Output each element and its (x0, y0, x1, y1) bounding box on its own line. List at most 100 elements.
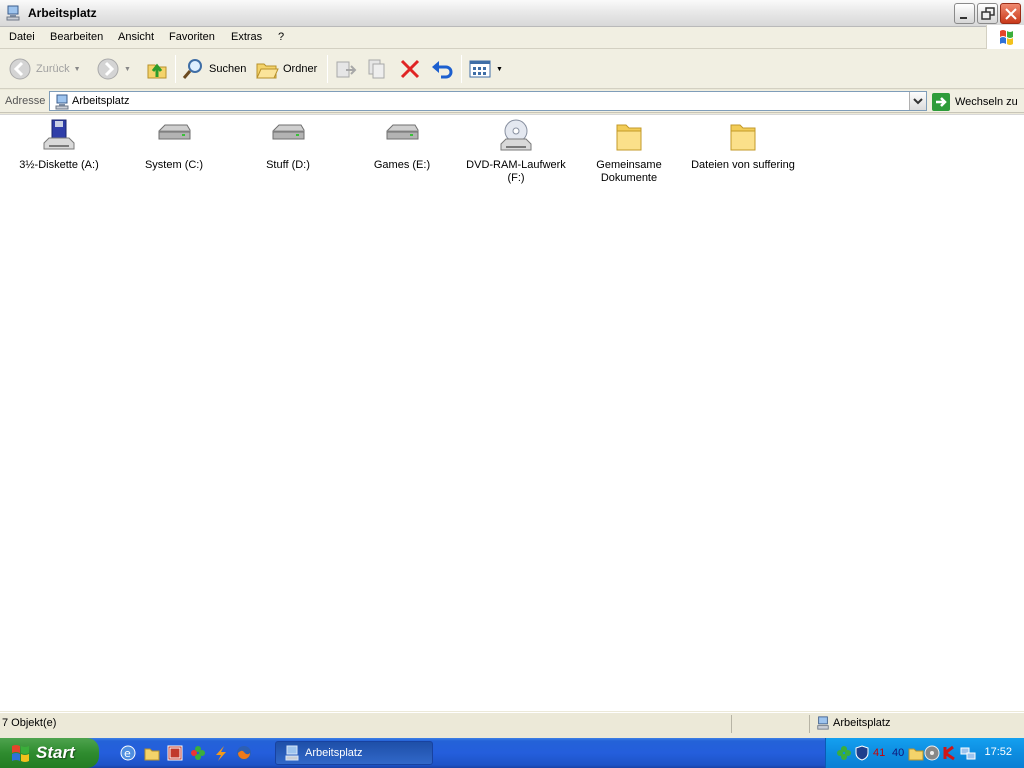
file-view[interactable]: 3½-Diskette (A:) System (C:) Stuff (D:) (0, 114, 1024, 711)
copy-to-icon (368, 59, 385, 79)
shield-icon[interactable] (854, 745, 870, 761)
item-label: Gemeinsame Dokumente (573, 159, 685, 185)
views-button[interactable]: ▼ (468, 54, 503, 84)
status-bar: 7 Objekt(e) Arbeitsplatz (0, 712, 1024, 734)
start-button[interactable]: Start (0, 738, 99, 768)
item-label: System (C:) (144, 159, 204, 171)
item-label: Dateien von suffering (691, 159, 795, 171)
copy-to-button[interactable] (366, 54, 390, 84)
menu-datei[interactable]: Datei (9, 31, 35, 43)
app-icon[interactable] (166, 744, 184, 762)
go-label: Wechseln zu (955, 96, 1018, 108)
menu-ansicht[interactable]: Ansicht (118, 31, 154, 43)
item-label: DVD-RAM-Laufwerk (F:) (460, 159, 572, 185)
tray-kaspersky-icon[interactable] (942, 745, 958, 761)
up-folder-icon (147, 63, 167, 79)
taskbar-item-label: Arbeitsplatz (305, 747, 363, 759)
item-label-line2: Dokumente (600, 172, 658, 184)
list-item[interactable]: Games (E:) (346, 119, 458, 172)
restore-button[interactable] (977, 3, 998, 24)
floppy-drive-icon (43, 119, 75, 150)
folders-button[interactable]: Ordner (255, 54, 317, 84)
windows-logo (986, 25, 1024, 49)
tray-app-icon[interactable] (836, 745, 852, 761)
clock: 17:52 (984, 746, 1012, 758)
list-item[interactable]: 3½-Diskette (A:) (3, 119, 115, 172)
svg-text:e: e (124, 747, 131, 760)
menu-extras[interactable]: Extras (231, 31, 262, 43)
close-button[interactable] (1000, 3, 1021, 24)
my-computer-icon (55, 94, 69, 110)
delete-icon (400, 59, 420, 79)
go-button[interactable]: Wechseln zu (932, 92, 1018, 112)
toolbar: Zurück ▼ ▼ Suchen Ordner ▼ (0, 49, 1024, 89)
address-input[interactable]: Arbeitsplatz (49, 91, 927, 111)
search-button[interactable]: Suchen (181, 54, 246, 84)
list-item[interactable]: Dateien von suffering (687, 119, 799, 172)
tray-disc-icon[interactable] (924, 745, 940, 761)
folder-icon (730, 124, 756, 151)
minimize-button[interactable] (954, 3, 975, 24)
chevron-down-icon (913, 98, 923, 105)
back-dropdown-icon[interactable]: ▼ (74, 66, 81, 73)
address-dropdown-button[interactable] (909, 92, 926, 110)
item-label: 3½-Diskette (A:) (19, 159, 99, 171)
tray-folder-icon[interactable] (908, 745, 924, 761)
search-label: Suchen (209, 63, 247, 75)
explorer-icon[interactable] (143, 744, 161, 762)
windows-flag-icon (1000, 30, 1013, 45)
address-value: Arbeitsplatz (72, 95, 130, 107)
forward-button[interactable]: ▼ (96, 54, 131, 84)
delete-button[interactable] (398, 54, 422, 84)
my-computer-icon (817, 716, 829, 730)
ie-icon[interactable]: e (119, 744, 137, 762)
move-to-button[interactable] (334, 54, 358, 84)
search-icon (182, 59, 202, 79)
views-dropdown-icon[interactable]: ▼ (496, 66, 503, 73)
menu-help[interactable]: ? (278, 31, 284, 43)
icq-icon[interactable] (189, 744, 207, 762)
undo-icon (432, 61, 453, 79)
object-count: 7 Objekt(e) (2, 717, 57, 729)
list-item[interactable]: System (C:) (118, 119, 230, 172)
undo-button[interactable] (430, 54, 454, 84)
go-arrow-icon (932, 93, 950, 111)
my-computer-icon (285, 745, 299, 761)
status-location-label: Arbeitsplatz (833, 717, 891, 729)
network-icon[interactable] (960, 745, 976, 761)
minimize-icon (960, 17, 967, 19)
close-icon (1005, 8, 1017, 20)
windows-flag-icon (12, 745, 29, 762)
item-label-line2: (F:) (507, 172, 525, 184)
address-bar: Adresse Arbeitsplatz Wechseln zu (0, 90, 1024, 113)
back-button[interactable]: Zurück ▼ (8, 54, 81, 84)
list-item[interactable]: Stuff (D:) (232, 119, 344, 172)
up-folder-button[interactable] (145, 54, 169, 84)
winamp-icon[interactable] (212, 744, 230, 762)
restore-icon (981, 7, 995, 20)
menu-favoriten[interactable]: Favoriten (169, 31, 215, 43)
forward-icon (97, 58, 119, 80)
window-title: Arbeitsplatz (28, 6, 97, 20)
item-label: Games (E:) (373, 159, 431, 171)
folders-icon (256, 63, 279, 79)
item-label-line1: Gemeinsame (596, 159, 662, 171)
tray-number-1[interactable]: 41 (873, 747, 885, 763)
my-computer-icon (6, 5, 20, 21)
taskbar: Start e Arbeitsplatz 41 40 17:52 (0, 738, 1024, 768)
tray-number-2[interactable]: 40 (892, 747, 904, 763)
forward-dropdown-icon[interactable]: ▼ (124, 66, 131, 73)
status-location: Arbeitsplatz (816, 716, 890, 730)
system-tray: 41 40 17:52 (825, 738, 1024, 768)
item-label: Stuff (D:) (266, 159, 310, 171)
title-bar[interactable]: Arbeitsplatz (0, 0, 1024, 27)
hard-drive-icon (158, 124, 191, 140)
start-label: Start (36, 743, 75, 762)
list-item[interactable]: Gemeinsame Dokumente (573, 119, 685, 185)
firefox-icon[interactable] (235, 744, 253, 762)
dvd-drive-icon (500, 119, 532, 151)
taskbar-item-arbeitsplatz[interactable]: Arbeitsplatz (275, 741, 433, 765)
menu-bearbeiten[interactable]: Bearbeiten (50, 31, 103, 43)
list-item[interactable]: DVD-RAM-Laufwerk (F:) (460, 119, 572, 185)
folder-icon (616, 124, 642, 151)
